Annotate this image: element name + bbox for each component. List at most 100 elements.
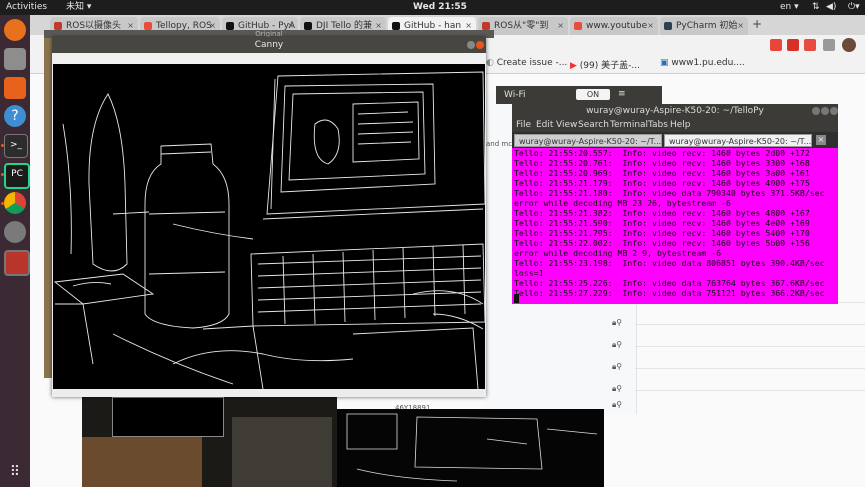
terminal-line: error while decoding MB 2 9, bytestream … bbox=[514, 248, 722, 258]
lock-icon: 🔒︎⚲ bbox=[612, 400, 623, 409]
tab-favicon-icon bbox=[54, 22, 62, 30]
minimize-button[interactable] bbox=[812, 107, 820, 115]
extension-icon[interactable] bbox=[787, 39, 799, 51]
terminal-line: Tello: 21:55:21.180: Info: video data 79… bbox=[514, 188, 825, 198]
top-panel: Activities 未知 ▾ Wed 21:55 en ▾ ⇅ ◀) ⏻▾ bbox=[0, 0, 865, 15]
power-icon[interactable]: ⏻▾ bbox=[848, 0, 860, 15]
clock[interactable]: Wed 21:55 bbox=[413, 0, 467, 15]
bookmark-item[interactable]: ▶ (99) 美子盖-... bbox=[570, 58, 640, 71]
wifi-label: Wi-Fi bbox=[504, 90, 526, 100]
volume-icon[interactable]: ◀) bbox=[826, 0, 836, 15]
tab-favicon-icon bbox=[574, 22, 582, 30]
terminal-tab[interactable]: wuray@wuray-Aspire-K50-20: ~/T... bbox=[514, 134, 662, 147]
terminal-menubar: File Edit View Search Terminal Tabs Help bbox=[512, 118, 838, 132]
tab-favicon-icon bbox=[304, 22, 312, 30]
tab-label: ROS从"零"到 bbox=[494, 21, 549, 31]
new-tab-button[interactable]: + bbox=[752, 17, 762, 31]
close-button[interactable] bbox=[830, 107, 838, 115]
firefox-icon[interactable] bbox=[4, 19, 26, 41]
canny-window: Canny bbox=[52, 37, 486, 397]
settings-icon[interactable] bbox=[4, 221, 26, 243]
pycharm-icon[interactable]: PC bbox=[4, 163, 30, 189]
wifi-toggle[interactable]: ON bbox=[576, 89, 610, 100]
running-indicator bbox=[1, 173, 4, 176]
terminal-line: loss=1 bbox=[514, 268, 544, 278]
browser-tab[interactable]: PyCharm 初始 × bbox=[660, 17, 748, 35]
menu-tabs[interactable]: Tabs bbox=[648, 118, 668, 132]
help-icon[interactable]: ? bbox=[4, 105, 26, 127]
wifi-settings-window: Wi-Fi ON ≡ bbox=[496, 86, 662, 104]
terminal-line: Tello: 21:55:21.590: Info: video recv: 1… bbox=[514, 218, 810, 228]
lock-icon: 🔒︎⚲ bbox=[612, 384, 623, 393]
lock-icon: 🔒︎⚲ bbox=[612, 318, 623, 327]
activities-button[interactable]: Activities bbox=[6, 0, 47, 15]
running-indicator bbox=[1, 144, 4, 147]
image-viewer-icon[interactable] bbox=[4, 250, 30, 276]
terminal-line: Tello: 21:55:20.557: Info: video recv: 1… bbox=[514, 148, 810, 158]
tab-favicon-icon bbox=[482, 22, 490, 30]
tab-favicon-icon bbox=[664, 22, 672, 30]
lock-icon: 🔒︎⚲ bbox=[612, 340, 623, 349]
close-button[interactable] bbox=[476, 41, 484, 49]
running-indicator bbox=[1, 202, 4, 205]
extension-icon[interactable] bbox=[823, 39, 835, 51]
canny-preview bbox=[337, 409, 604, 487]
terminal-line: Tello: 21:55:27.229: Info: video data 75… bbox=[514, 288, 825, 298]
close-tab-icon[interactable]: × bbox=[816, 135, 826, 145]
menu-search[interactable]: Search bbox=[578, 118, 609, 132]
avatar[interactable] bbox=[842, 38, 856, 52]
canny-title: Canny bbox=[52, 37, 486, 53]
dock: ? >_ PC ⠿ bbox=[0, 15, 30, 487]
maximize-button[interactable] bbox=[821, 107, 829, 115]
network-icon[interactable]: ⇅ bbox=[812, 0, 820, 15]
toolbar-strip bbox=[53, 53, 485, 64]
terminal-line: Tello: 21:55:21.382: Info: video recv: 1… bbox=[514, 208, 810, 218]
terminal-line: Tello: 21:55:21.179: Info: video recv: 1… bbox=[514, 178, 810, 188]
app-menu[interactable]: 未知 ▾ bbox=[66, 0, 91, 15]
close-tab-icon[interactable]: × bbox=[737, 17, 744, 35]
tab-label: www.youtube bbox=[586, 21, 648, 31]
menu-file[interactable]: File bbox=[516, 118, 531, 132]
side-text: and mc bbox=[486, 140, 513, 148]
edge-drawing bbox=[53, 71, 485, 389]
terminal-icon[interactable]: >_ bbox=[4, 134, 28, 158]
extension-icon[interactable] bbox=[804, 39, 816, 51]
terminal-line: Tello: 21:55:22.002: Info: video recv: 1… bbox=[514, 238, 810, 248]
menu-edit[interactable]: Edit bbox=[536, 118, 553, 132]
terminal-title: wuray@wuray-Aspire-K50-20: ~/TelloPy bbox=[512, 104, 838, 118]
apps-grid-icon[interactable]: ⠿ bbox=[4, 461, 26, 483]
software-icon[interactable] bbox=[4, 77, 26, 99]
terminal-line: Tello: 21:55:25.226: Info: video data 76… bbox=[514, 278, 825, 288]
terminal-cursor bbox=[514, 294, 519, 303]
menu-help[interactable]: Help bbox=[670, 118, 691, 132]
menu-view[interactable]: View bbox=[556, 118, 577, 132]
terminal-output[interactable]: Tello: 21:55:20.557: Info: video recv: 1… bbox=[512, 148, 838, 304]
canny-edge-image bbox=[53, 64, 485, 389]
tab-label: PyCharm 初始 bbox=[676, 21, 738, 31]
terminal-tab-active[interactable]: wuray@wuray-Aspire-K50-20: ~/T... bbox=[664, 134, 812, 147]
bookmark-item[interactable]: ◐ Create issue -... bbox=[486, 58, 567, 68]
terminal-line: Tello: 21:55:20.969: Info: video recv: 1… bbox=[514, 168, 810, 178]
tab-favicon-icon bbox=[144, 22, 152, 30]
terminal-line: error while decoding MB 23 26, bytestrea… bbox=[514, 198, 731, 208]
close-tab-icon[interactable]: × bbox=[647, 17, 654, 35]
input-language[interactable]: en ▾ bbox=[780, 0, 799, 15]
terminal-line: Tello: 21:55:20.761: Info: video recv: 1… bbox=[514, 158, 810, 168]
terminal-tabs: wuray@wuray-Aspire-K50-20: ~/T... wuray@… bbox=[512, 132, 838, 148]
bookmark-item[interactable]: ▣ www1.pu.edu.... bbox=[660, 58, 745, 68]
original-window-edge bbox=[44, 38, 52, 378]
terminal-line: Tello: 21:55:21.795: Info: video recv: 1… bbox=[514, 228, 810, 238]
files-icon[interactable] bbox=[4, 48, 26, 70]
browser-tab[interactable]: www.youtube × bbox=[570, 17, 658, 35]
menu-terminal[interactable]: Terminal bbox=[610, 118, 648, 132]
original-video-frame bbox=[82, 397, 337, 487]
menu-icon[interactable]: ≡ bbox=[618, 89, 626, 99]
extension-icon[interactable] bbox=[770, 39, 782, 51]
close-tab-icon[interactable]: × bbox=[557, 17, 564, 35]
tab-favicon-icon bbox=[392, 22, 400, 30]
lock-icon: 🔒︎⚲ bbox=[612, 362, 623, 371]
chrome-icon[interactable] bbox=[4, 192, 26, 214]
terminal-window: wuray@wuray-Aspire-K50-20: ~/TelloPy Fil… bbox=[512, 104, 838, 304]
minimize-button[interactable] bbox=[467, 41, 475, 49]
tab-favicon-icon bbox=[226, 22, 234, 30]
